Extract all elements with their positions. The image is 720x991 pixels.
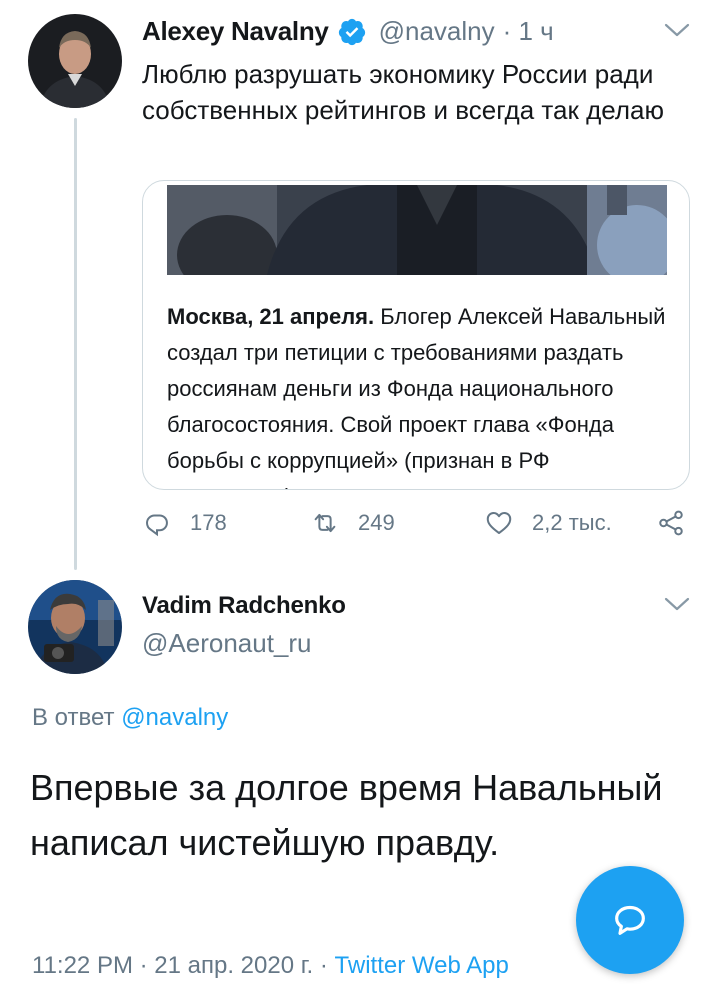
reply-button[interactable]: 178 (142, 508, 227, 538)
tweet-text: Впервые за долгое время Навальный написа… (30, 767, 663, 863)
avatar[interactable] (28, 14, 122, 108)
thread-connector-line (74, 118, 77, 570)
avatar[interactable] (28, 580, 122, 674)
share-icon (659, 510, 683, 536)
user-handle[interactable]: @navalny (379, 16, 495, 47)
source-app-link[interactable]: Twitter Web App (335, 952, 509, 979)
share-button[interactable] (656, 508, 686, 538)
in-reply-to: В ответ @navalny (32, 704, 228, 732)
tweet-time[interactable]: · 1 ч (503, 16, 554, 47)
card-description: Москва, 21 апреля. Блогер Алексей Наваль… (167, 299, 667, 489)
reply-count: 178 (190, 510, 227, 535)
in-reply-prefix: В ответ (32, 704, 122, 731)
like-button[interactable]: 2,2 тыс. (484, 508, 612, 538)
chevron-down-icon[interactable] (664, 22, 690, 38)
display-name[interactable]: Alexey Navalny (142, 16, 329, 47)
like-count: 2,2 тыс. (532, 510, 612, 535)
card-image (167, 185, 667, 275)
display-name[interactable]: Vadim Radchenko (142, 592, 346, 620)
mention-link[interactable]: @navalny (121, 704, 228, 731)
retweet-button[interactable]: 249 (310, 508, 395, 538)
verified-badge-icon (338, 18, 365, 45)
retweet-count: 249 (358, 510, 395, 535)
tweet-text: Люблю разрушать экономику России ради со… (142, 59, 664, 125)
link-card[interactable]: Москва, 21 апреля. Блогер Алексей Наваль… (142, 180, 690, 490)
chevron-down-icon[interactable] (664, 596, 690, 612)
retweet-icon (314, 513, 336, 533)
heart-icon (486, 512, 512, 534)
tweet-metadata: 11:22 PM · 21 апр. 2020 г. · Twitter Web… (32, 952, 509, 980)
tweet-actions: 178 249 2,2 тыс. (142, 508, 702, 548)
timestamp[interactable]: 11:22 PM · 21 апр. 2020 г. · (32, 952, 335, 979)
compose-reply-button[interactable] (576, 866, 684, 974)
tweet-header: Alexey Navalny @navalny · 1 ч (142, 16, 554, 47)
card-lead: Москва, 21 апреля. (167, 304, 375, 329)
chat-bubble-icon (615, 905, 645, 935)
card-body-text: Блогер Алексей Навальный создал три пети… (167, 304, 666, 489)
user-handle[interactable]: @Aeronaut_ru (142, 628, 312, 659)
reply-icon (145, 514, 168, 537)
